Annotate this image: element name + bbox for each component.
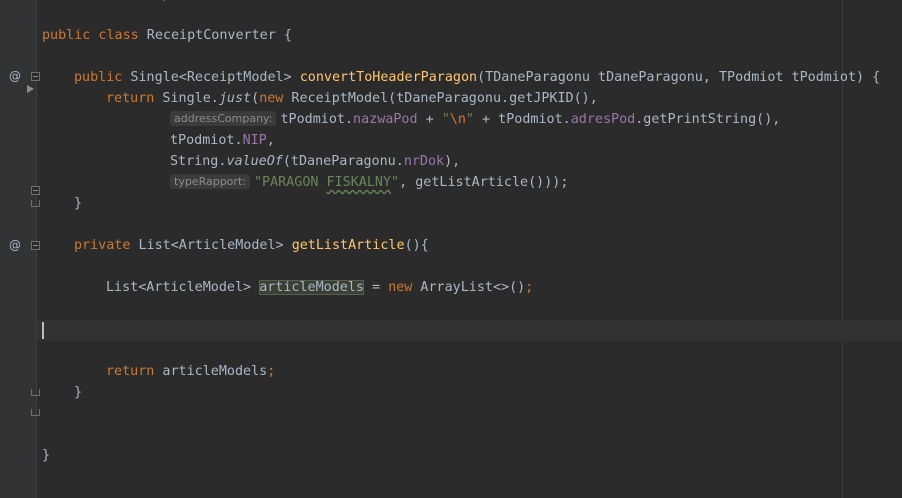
override-method-icon[interactable]: @ <box>9 66 21 87</box>
keyword: return <box>106 364 155 379</box>
code-line-list-declaration[interactable]: List<ArticleModel> articleModels = new A… <box>106 277 533 298</box>
implementation-arrow-icon[interactable] <box>27 85 34 93</box>
override-method-icon[interactable]: @ <box>9 235 21 256</box>
code-line-arg-nrdok[interactable]: String.valueOf(tDaneParagonu.nrDok), <box>170 151 460 172</box>
code-line-return-list[interactable]: return articleModels; <box>106 361 275 382</box>
field-ref: NIP <box>242 133 267 148</box>
code-line-method-convert[interactable]: public Single<ReceiptModel> convertToHea… <box>74 67 880 88</box>
keyword: new <box>388 280 413 295</box>
static-method: valueOf <box>226 154 283 169</box>
fold-end-icon[interactable] <box>31 389 40 396</box>
text-caret <box>42 322 44 339</box>
method-params: (){ <box>404 238 429 253</box>
class-name: ReceiptConverter { <box>138 28 292 43</box>
code-text: ArrayList<>() <box>412 280 526 295</box>
code-text: tPodmiot. <box>280 112 354 127</box>
code-text: (tDaneParagonu. <box>282 154 404 169</box>
code-text: , getListArticle())); <box>399 175 569 190</box>
code-line-close-class[interactable]: } <box>42 445 50 466</box>
method-name: convertToHeaderParagon <box>299 70 478 85</box>
fold-end-icon[interactable] <box>31 409 40 416</box>
semicolon: ; <box>525 280 534 295</box>
string-literal: " <box>441 112 450 127</box>
field-ref: adresPod <box>570 112 636 127</box>
keyword: private <box>74 238 131 253</box>
string-literal: " <box>465 112 474 127</box>
code-text: = <box>364 280 389 295</box>
return-type: List<ArticleModel> <box>130 238 292 253</box>
code-text: Single. <box>154 91 219 106</box>
code-editor[interactable]: . @ @ public class ReceiptConverter { pu… <box>0 0 902 498</box>
parameter-hint: addressCompany: <box>170 111 277 126</box>
code-text: List<ArticleModel> <box>106 280 260 295</box>
closing-brace: } <box>42 448 51 463</box>
code-line-arg-nip[interactable]: tPodmiot.NIP, <box>170 130 275 151</box>
closing-brace: } <box>74 385 83 400</box>
code-text: ), <box>444 154 461 169</box>
static-method: just <box>218 91 252 106</box>
highlighted-variable[interactable]: articleModels <box>259 280 364 295</box>
semicolon: ; <box>267 364 276 379</box>
string-literal: " <box>391 175 400 190</box>
parameter-hint: typeRapport: <box>170 174 250 189</box>
return-type: Single<ReceiptModel> <box>122 70 300 85</box>
code-text: ( <box>251 91 260 106</box>
code-line-close-brace[interactable]: } <box>74 193 82 214</box>
code-line-arg-address[interactable]: addressCompany: tPodmiot.nazwaPod + "\n" … <box>170 109 780 130</box>
code-line-class-declaration[interactable]: public class ReceiptConverter { <box>42 25 292 46</box>
escape-sequence: \n <box>449 112 466 127</box>
code-line-return-single[interactable]: return Single.just(new ReceiptModel(tDan… <box>106 88 598 109</box>
keyword: public class <box>42 28 139 43</box>
code-line-clipped-top: . <box>160 0 168 8</box>
fold-open-icon[interactable] <box>31 186 40 195</box>
keyword: public <box>74 70 123 85</box>
code-text: tPodmiot. <box>170 133 243 148</box>
fold-end-icon[interactable] <box>31 200 40 207</box>
current-line-highlight <box>37 320 902 341</box>
keyword: return <box>106 91 155 106</box>
method-params: (TDaneParagonu tDaneParagonu, TPodmiot t… <box>477 70 881 85</box>
code-text: + tPodmiot. <box>473 112 571 127</box>
keyword: new <box>259 91 284 106</box>
string-literal: "PARAGON <box>253 175 327 190</box>
code-text: ReceiptModel(tDaneParagonu.getJPKID(), <box>283 91 598 106</box>
field-ref: nazwaPod <box>353 112 418 127</box>
string-literal-typo: FISKALNY <box>326 175 392 190</box>
code-line-arg-type[interactable]: typeRapport: "PARAGON FISKALNY", getListA… <box>170 172 568 193</box>
code-text: + <box>417 112 442 127</box>
code-text: .getPrintString(), <box>635 112 781 127</box>
code-text: articleModels <box>154 364 268 379</box>
code-line-method-getlist[interactable]: private List<ArticleModel> getListArticl… <box>74 235 429 256</box>
code-text: String. <box>170 154 227 169</box>
closing-brace: } <box>74 196 83 211</box>
field-ref: nrDok <box>403 154 445 169</box>
code-line-close-brace[interactable]: } <box>74 382 82 403</box>
method-name: getListArticle <box>291 238 405 253</box>
code-text: , <box>266 133 275 148</box>
fold-open-icon[interactable] <box>31 72 40 81</box>
fold-open-icon[interactable] <box>31 241 40 250</box>
